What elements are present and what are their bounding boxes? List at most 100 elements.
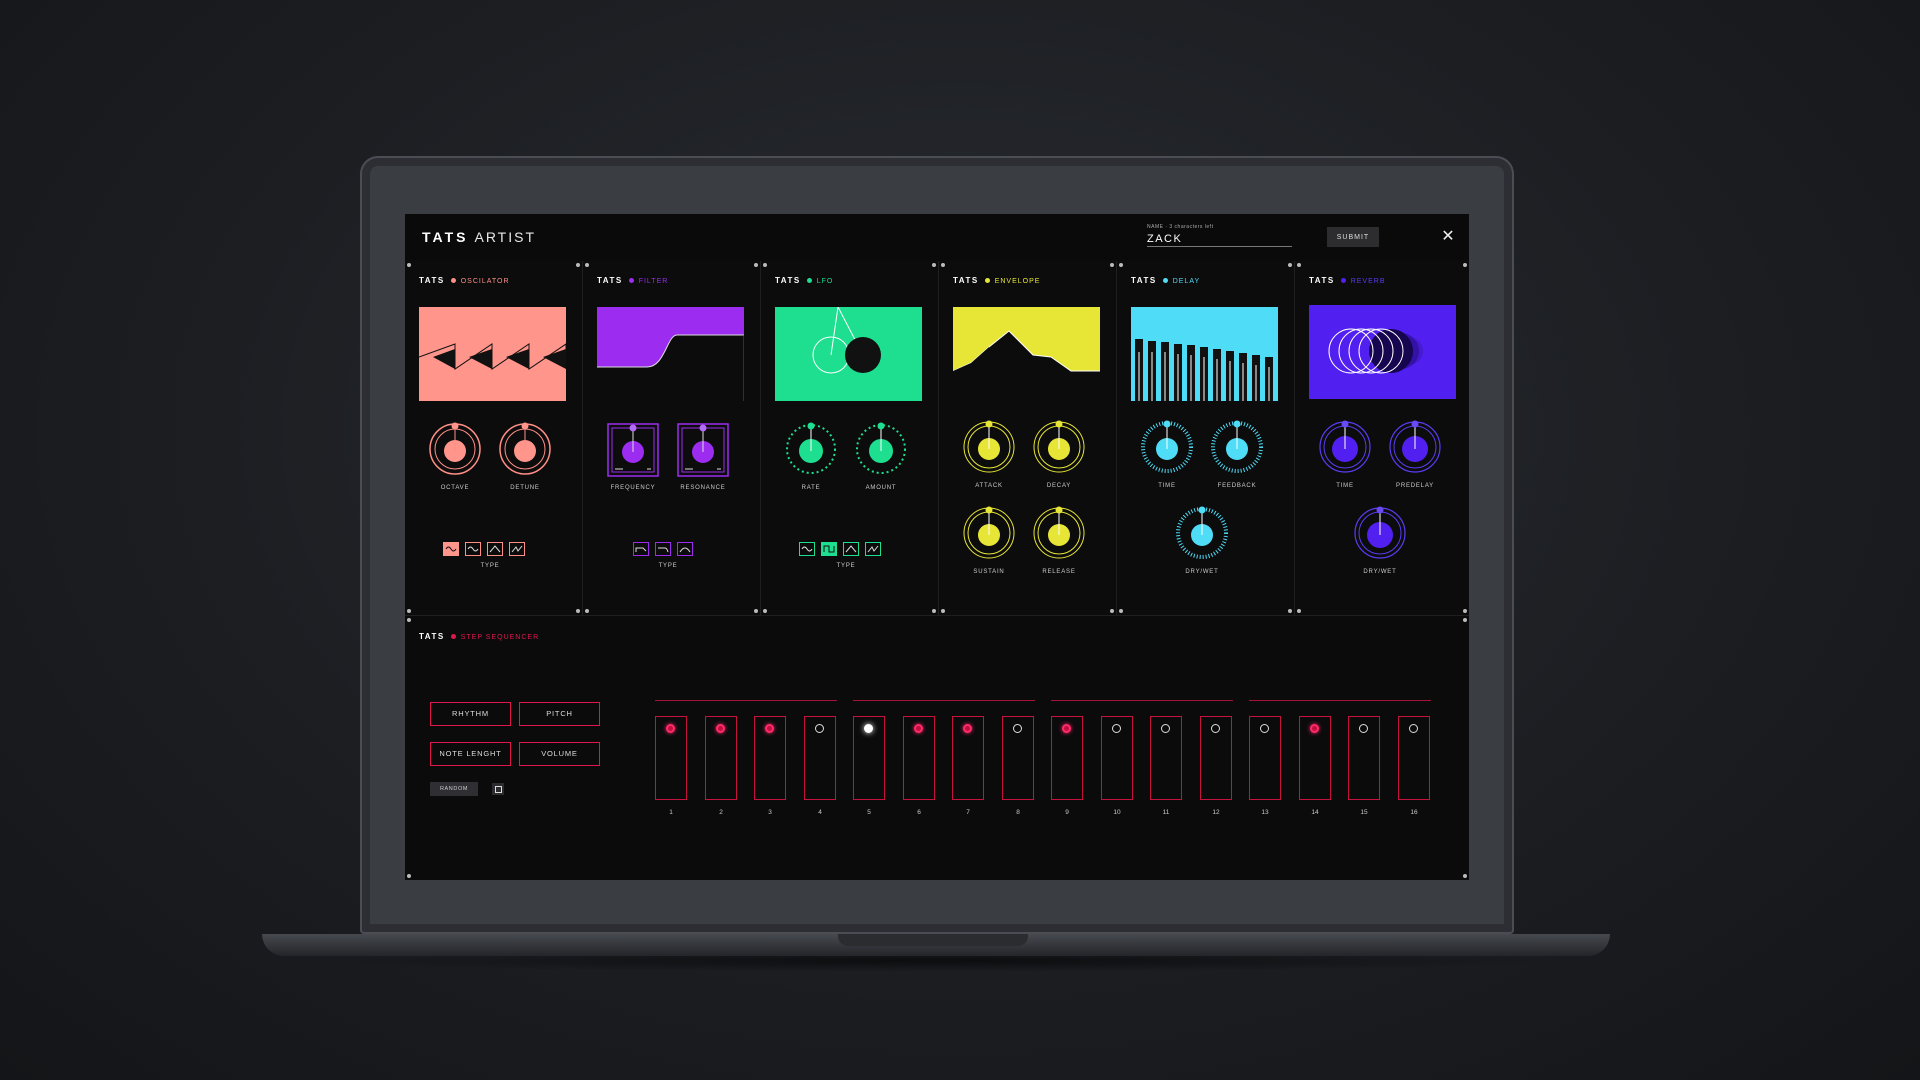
frequency-knob[interactable] (607, 423, 659, 477)
detune-knob[interactable] (497, 421, 553, 477)
sustain-knob[interactable] (961, 505, 1017, 561)
volume-button[interactable]: VOLUME (519, 742, 600, 766)
sequencer-step[interactable] (804, 716, 836, 800)
corner-screw (763, 609, 767, 613)
sequencer-step[interactable] (903, 716, 935, 800)
resonance-knob[interactable] (677, 423, 729, 477)
delay-taps-display (1131, 307, 1278, 401)
corner-screw (1110, 609, 1114, 613)
corner-screw (407, 874, 411, 878)
delay-time-knob[interactable] (1139, 419, 1195, 475)
corner-screw (754, 609, 758, 613)
corner-screw (576, 263, 580, 267)
knob-label: ATTACK (975, 483, 1003, 489)
sine-wave-icon[interactable] (799, 542, 815, 556)
square-wave-icon[interactable] (821, 542, 837, 556)
module-oscillator: TATS OSCILATOR OCTAVE DETUNE TYPE (405, 261, 583, 616)
rhythm-button[interactable]: RHYTHM (430, 702, 511, 726)
step-led[interactable] (864, 724, 873, 733)
corner-screw (585, 609, 589, 613)
predelay-knob[interactable] (1387, 419, 1443, 475)
corner-screw (1463, 263, 1467, 267)
random-checkbox[interactable] (492, 783, 504, 795)
sequencer-step[interactable] (705, 716, 737, 800)
close-icon[interactable]: ✕ (1439, 228, 1457, 246)
knob-label: TIME (1336, 483, 1354, 489)
step-number: 12 (1212, 809, 1220, 816)
triangle-wave-icon[interactable] (843, 542, 859, 556)
release-knob[interactable] (1031, 505, 1087, 561)
name-input[interactable] (1147, 232, 1292, 247)
module-brand: TATS (419, 276, 445, 285)
filter-curve-display (597, 307, 744, 401)
feedback-knob[interactable] (1209, 419, 1265, 475)
attack-knob[interactable] (961, 419, 1017, 475)
step-led[interactable] (666, 724, 675, 733)
sequencer-step[interactable] (1051, 716, 1083, 800)
step-led[interactable] (1260, 724, 1269, 733)
corner-screw (1288, 609, 1292, 613)
sequencer-step[interactable] (1002, 716, 1034, 800)
knob-label: PREDELAY (1396, 483, 1434, 489)
step-led[interactable] (914, 724, 923, 733)
step-led[interactable] (1062, 724, 1071, 733)
app-logo: TATS ARTIST (422, 229, 536, 245)
module-brand: TATS (1131, 276, 1157, 285)
sine-wave-icon[interactable] (465, 542, 481, 556)
status-dot (1162, 278, 1168, 284)
sine-wave-icon[interactable] (443, 542, 459, 556)
sequencer-step[interactable] (1398, 716, 1430, 800)
pitch-button[interactable]: PITCH (519, 702, 600, 726)
corner-screw (1297, 263, 1301, 267)
corner-screw (754, 263, 758, 267)
decay-knob[interactable] (1031, 419, 1087, 475)
step-led[interactable] (815, 724, 824, 733)
step-led[interactable] (1013, 724, 1022, 733)
bandpass-icon[interactable] (677, 542, 693, 556)
step-led[interactable] (1211, 724, 1220, 733)
app-screen: TATS ARTIST NAME · 3 characters left SUBM… (405, 214, 1469, 880)
rate-knob[interactable] (783, 421, 839, 477)
corner-screw (1297, 609, 1301, 613)
corner-screw (1463, 609, 1467, 613)
step-led[interactable] (716, 724, 725, 733)
step-led[interactable] (1359, 724, 1368, 733)
step-number: 9 (1065, 809, 1069, 816)
step-led[interactable] (765, 724, 774, 733)
step-led[interactable] (963, 724, 972, 733)
highpass-icon[interactable] (655, 542, 671, 556)
sequencer-step[interactable] (1348, 716, 1380, 800)
reverb-time-knob[interactable] (1317, 419, 1373, 475)
lowpass-icon[interactable] (633, 542, 649, 556)
random-button[interactable]: RANDOM (430, 782, 478, 796)
step-led[interactable] (1409, 724, 1418, 733)
sequencer-step[interactable] (1101, 716, 1133, 800)
corner-screw (763, 263, 767, 267)
module-title: TATS REVERB (1309, 276, 1386, 285)
octave-knob[interactable] (427, 421, 483, 477)
saw-wave-icon[interactable] (509, 542, 525, 556)
step-led[interactable] (1310, 724, 1319, 733)
triangle-wave-icon[interactable] (487, 542, 503, 556)
reverb-dry-wet-knob[interactable] (1352, 505, 1408, 561)
step-led[interactable] (1112, 724, 1121, 733)
sequencer-step[interactable] (754, 716, 786, 800)
sequencer-step[interactable] (1299, 716, 1331, 800)
sequencer-step[interactable] (655, 716, 687, 800)
sequencer-step[interactable] (853, 716, 885, 800)
module-title: TATS FILTER (597, 276, 668, 285)
sequencer-step[interactable] (1249, 716, 1281, 800)
submit-button[interactable]: SUBMIT (1327, 227, 1379, 247)
step-led[interactable] (1161, 724, 1170, 733)
sequencer-step[interactable] (1200, 716, 1232, 800)
sequencer-step[interactable] (952, 716, 984, 800)
reverb-rings-display (1309, 305, 1456, 399)
module-title: TATS ENVELOPE (953, 276, 1040, 285)
note-length-button[interactable]: NOTE LENGHT (430, 742, 511, 766)
amount-knob[interactable] (853, 421, 909, 477)
knob-label: FREQUENCY (610, 485, 656, 491)
saw-wave-icon[interactable] (865, 542, 881, 556)
bar-divider (655, 700, 837, 701)
sequencer-step[interactable] (1150, 716, 1182, 800)
delay-dry-wet-knob[interactable] (1174, 505, 1230, 561)
